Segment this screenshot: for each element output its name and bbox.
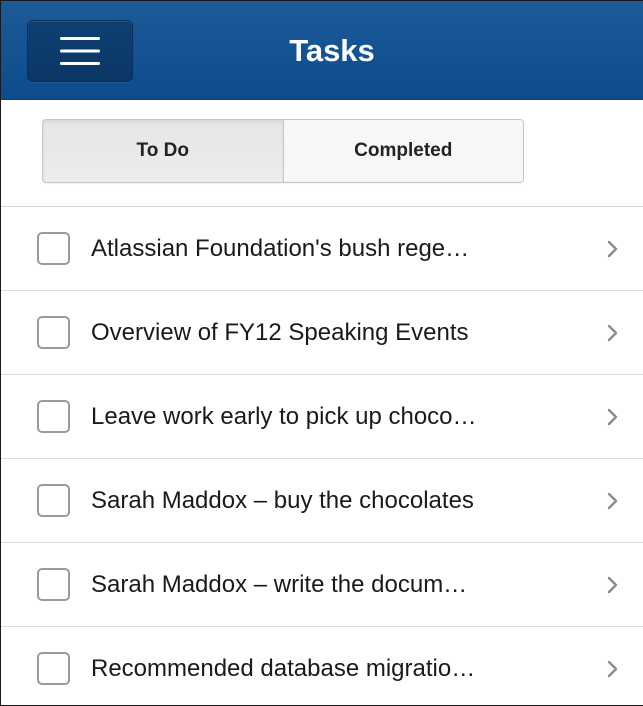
task-title: Overview of FY12 Speaking Events xyxy=(91,318,469,346)
chevron-right-icon xyxy=(607,324,618,341)
task-title: Sarah Maddox – write the docum… xyxy=(91,570,468,598)
page-title: Tasks xyxy=(289,33,375,68)
task-checkbox[interactable] xyxy=(37,652,70,685)
chevron-right-icon xyxy=(607,492,618,509)
tab-bar: To Do Completed xyxy=(1,100,643,207)
task-row[interactable]: Sarah Maddox – buy the chocolates xyxy=(1,459,643,543)
tab-to-do[interactable]: To Do xyxy=(43,120,284,182)
task-list: Atlassian Foundation's bush rege… Overvi… xyxy=(1,207,643,705)
task-row[interactable]: Recommended database migratio… xyxy=(1,627,643,705)
task-checkbox[interactable] xyxy=(37,232,70,265)
task-row[interactable]: Sarah Maddox – write the docum… xyxy=(1,543,643,627)
task-title: Atlassian Foundation's bush rege… xyxy=(91,234,470,262)
task-checkbox[interactable] xyxy=(37,484,70,517)
task-title: Recommended database migratio… xyxy=(91,654,476,682)
chevron-right-icon xyxy=(607,660,618,677)
segmented-control: To Do Completed xyxy=(42,119,524,183)
nav-bar: Tasks xyxy=(1,1,643,100)
chevron-right-icon xyxy=(607,408,618,425)
chevron-right-icon xyxy=(607,240,618,257)
task-checkbox[interactable] xyxy=(37,316,70,349)
task-row[interactable]: Leave work early to pick up choco… xyxy=(1,375,643,459)
task-title: Leave work early to pick up choco… xyxy=(91,402,477,430)
tab-completed[interactable]: Completed xyxy=(283,120,523,182)
app-frame: Tasks To Do Completed Atlassian Foundati… xyxy=(0,0,643,706)
task-row[interactable]: Overview of FY12 Speaking Events xyxy=(1,291,643,375)
task-row[interactable]: Atlassian Foundation's bush rege… xyxy=(1,207,643,291)
task-checkbox[interactable] xyxy=(37,400,70,433)
chevron-right-icon xyxy=(607,576,618,593)
task-checkbox[interactable] xyxy=(37,568,70,601)
task-title: Sarah Maddox – buy the chocolates xyxy=(91,486,474,514)
